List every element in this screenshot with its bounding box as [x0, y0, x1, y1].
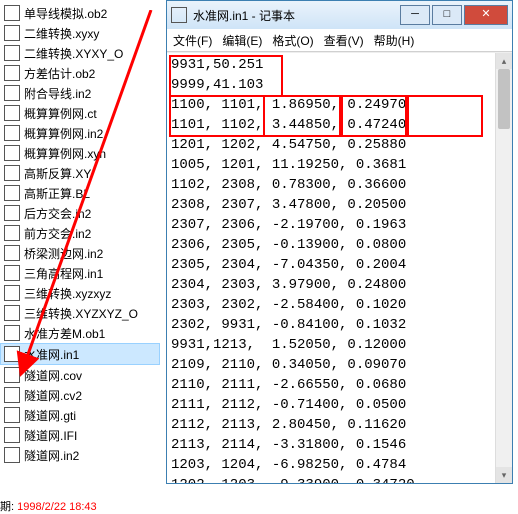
file-name: 隧道网.cv2 — [24, 387, 82, 404]
file-icon — [4, 387, 20, 403]
file-icon — [4, 285, 20, 301]
file-name: 高斯反算.XY — [24, 165, 91, 182]
file-name: 前方交会.in2 — [24, 225, 91, 242]
status-label: 期: — [0, 501, 14, 513]
file-name: 桥梁测边网.in2 — [24, 245, 103, 262]
file-item[interactable]: 三维转换.XYZXYZ_O — [0, 303, 160, 323]
file-icon — [4, 45, 20, 61]
file-icon — [4, 225, 20, 241]
close-button[interactable]: ✕ — [464, 5, 508, 25]
file-name: 概算算例网.ct — [24, 105, 97, 122]
file-item[interactable]: 隧道网.cv2 — [0, 385, 160, 405]
vertical-scrollbar[interactable]: ▴ ▾ — [495, 53, 512, 483]
file-icon — [4, 427, 20, 443]
file-icon — [4, 265, 20, 281]
file-item[interactable]: 二维转换.xyxy — [0, 23, 160, 43]
file-item[interactable]: 概算算例网.xyn — [0, 143, 160, 163]
file-name: 二维转换.XYXY_O — [24, 45, 123, 62]
file-name: 隧道网.gti — [24, 407, 76, 424]
notepad-window: 水准网.in1 - 记事本 ─ □ ✕ 文件(F) 编辑(E) 格式(O) 查看… — [166, 0, 513, 484]
file-name: 方差估计.ob2 — [24, 65, 95, 82]
menu-help[interactable]: 帮助(H) — [374, 32, 415, 49]
file-icon — [4, 125, 20, 141]
file-name: 三角高程网.in1 — [24, 265, 103, 282]
file-name: 三维转换.XYZXYZ_O — [24, 305, 138, 322]
file-name: 后方交会.in2 — [24, 205, 91, 222]
file-name: 概算算例网.in2 — [24, 125, 103, 142]
file-icon — [4, 25, 20, 41]
menu-format[interactable]: 格式(O) — [272, 32, 313, 49]
file-item[interactable]: 概算算例网.ct — [0, 103, 160, 123]
file-item[interactable]: 二维转换.XYXY_O — [0, 43, 160, 63]
file-name: 隧道网.cov — [24, 367, 82, 384]
file-item[interactable]: 概算算例网.in2 — [0, 123, 160, 143]
status-date: 1998/2/22 18:43 — [17, 501, 97, 513]
file-name: 水准方差M.ob1 — [24, 325, 105, 342]
file-item[interactable]: 单导线模拟.ob2 — [0, 3, 160, 23]
file-icon — [4, 367, 20, 383]
file-item[interactable]: 三角高程网.in1 — [0, 263, 160, 283]
file-item[interactable]: 隧道网.in2 — [0, 445, 160, 465]
file-icon — [4, 305, 20, 321]
text-content-area[interactable]: 9931,50.251 9999,41.103 1100, 1101, 1.86… — [167, 52, 512, 483]
file-icon — [4, 165, 20, 181]
file-name: 隧道网.in2 — [24, 447, 79, 464]
minimize-button[interactable]: ─ — [400, 5, 430, 25]
file-name: 水准网.in1 — [24, 346, 79, 363]
menu-file[interactable]: 文件(F) — [173, 32, 212, 49]
file-icon — [4, 185, 20, 201]
file-list: 单导线模拟.ob2 二维转换.xyxy 二维转换.XYXY_O 方差估计.ob2 附合导… — [0, 0, 160, 465]
file-item[interactable]: 桥梁测边网.in2 — [0, 243, 160, 263]
file-name: 概算算例网.xyn — [24, 145, 106, 162]
file-item[interactable]: 水准网.in1 — [0, 343, 160, 365]
file-name: 单导线模拟.ob2 — [24, 5, 107, 22]
menu-bar: 文件(F) 编辑(E) 格式(O) 查看(V) 帮助(H) — [167, 29, 512, 52]
file-item[interactable]: 附合导线.in2 — [0, 83, 160, 103]
file-icon — [4, 325, 20, 341]
scroll-down-button[interactable]: ▾ — [496, 467, 512, 483]
file-item[interactable]: 水准方差M.ob1 — [0, 323, 160, 343]
file-item[interactable]: 前方交会.in2 — [0, 223, 160, 243]
file-icon — [4, 205, 20, 221]
file-item[interactable]: 后方交会.in2 — [0, 203, 160, 223]
file-item[interactable]: 隧道网.IFI — [0, 425, 160, 445]
file-icon — [4, 447, 20, 463]
file-name: 高斯正算.BL — [24, 185, 90, 202]
text-content[interactable]: 9931,50.251 9999,41.103 1100, 1101, 1.86… — [167, 53, 512, 483]
file-item[interactable]: 三维转换.xyzxyz — [0, 283, 160, 303]
window-title: 水准网.in1 - 记事本 — [193, 7, 398, 24]
file-item[interactable]: 高斯反算.XY — [0, 163, 160, 183]
file-icon — [4, 145, 20, 161]
file-item[interactable]: 方差估计.ob2 — [0, 63, 160, 83]
file-icon — [4, 346, 20, 362]
title-bar[interactable]: 水准网.in1 - 记事本 ─ □ ✕ — [167, 1, 512, 29]
menu-edit[interactable]: 编辑(E) — [222, 32, 262, 49]
file-icon — [4, 85, 20, 101]
maximize-button[interactable]: □ — [432, 5, 462, 25]
file-icon — [4, 245, 20, 261]
file-icon — [4, 5, 20, 21]
file-name: 隧道网.IFI — [24, 427, 77, 444]
file-name: 二维转换.xyxy — [24, 25, 99, 42]
file-icon — [4, 407, 20, 423]
file-item[interactable]: 隧道网.gti — [0, 405, 160, 425]
file-item[interactable]: 高斯正算.BL — [0, 183, 160, 203]
file-item[interactable]: 隧道网.cov — [0, 365, 160, 385]
scroll-up-button[interactable]: ▴ — [496, 53, 512, 69]
menu-view[interactable]: 查看(V) — [324, 32, 364, 49]
status-bar: 期: 1998/2/22 18:43 — [0, 498, 97, 514]
file-name: 附合导线.in2 — [24, 85, 91, 102]
notepad-icon — [171, 7, 187, 23]
file-icon — [4, 105, 20, 121]
file-icon — [4, 65, 20, 81]
file-name: 三维转换.xyzxyz — [24, 285, 111, 302]
scroll-thumb[interactable] — [498, 69, 510, 129]
